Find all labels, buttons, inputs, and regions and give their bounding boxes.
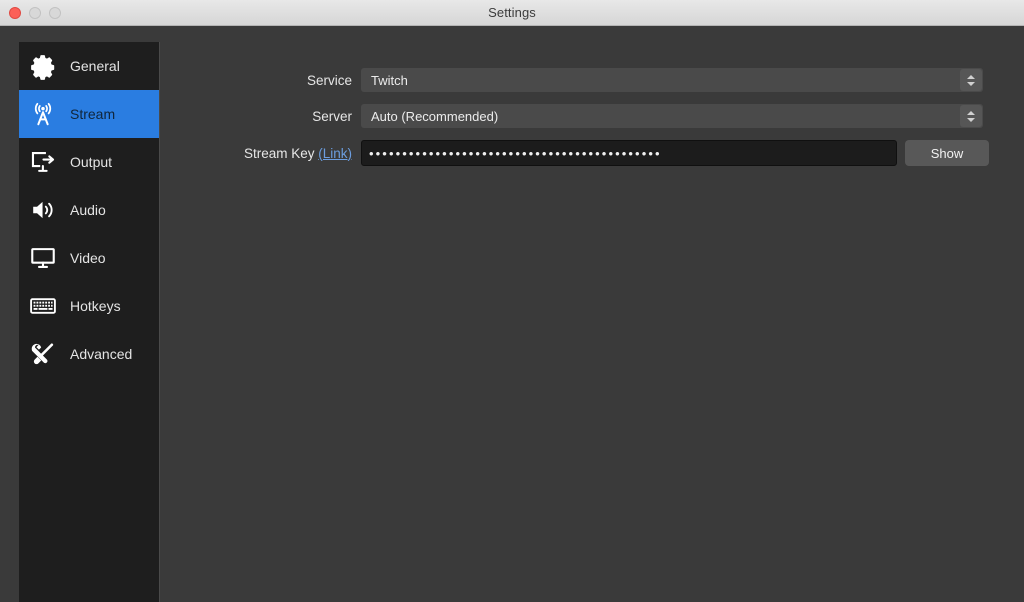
sidebar-item-label: Output: [70, 154, 113, 170]
service-row: Service Twitch: [160, 68, 1024, 92]
sidebar-item-label: Stream: [70, 106, 116, 122]
sidebar-item-label: Hotkeys: [70, 298, 121, 314]
sidebar-item-label: Advanced: [70, 346, 133, 362]
sidebar-item-video[interactable]: Video: [19, 234, 159, 282]
service-stepper[interactable]: [960, 69, 982, 91]
chevron-down-icon: [967, 81, 975, 86]
gear-icon: [28, 51, 58, 81]
sidebar-item-label: General: [70, 58, 120, 74]
sidebar-item-output[interactable]: Output: [19, 138, 159, 186]
sidebar-item-label: Video: [70, 250, 106, 266]
broadcast-icon: [28, 99, 58, 129]
sidebar-item-advanced[interactable]: Advanced: [19, 330, 159, 378]
server-label: Server: [312, 108, 352, 124]
stream-key-label-text: Stream Key: [243, 145, 315, 161]
show-stream-key-button[interactable]: Show: [905, 140, 989, 166]
service-value: Twitch: [371, 72, 408, 88]
sidebar-item-general[interactable]: General: [19, 42, 159, 90]
settings-window: General Stream Output Audio Video Hotkey…: [0, 26, 1024, 602]
output-icon: [28, 147, 58, 177]
monitor-icon: [28, 243, 58, 273]
stream-key-link[interactable]: (Link): [318, 146, 352, 161]
stream-key-value: ••••••••••••••••••••••••••••••••••••••••…: [369, 145, 662, 161]
server-stepper[interactable]: [960, 105, 982, 127]
sidebar-item-stream[interactable]: Stream: [19, 90, 159, 138]
chevron-up-icon: [967, 110, 975, 115]
speaker-icon: [28, 195, 58, 225]
sidebar-item-audio[interactable]: Audio: [19, 186, 159, 234]
server-dropdown[interactable]: Auto (Recommended): [361, 104, 983, 128]
stream-key-label: Stream Key (Link): [160, 146, 361, 161]
sidebar-container: General Stream Output Audio Video Hotkey…: [0, 26, 160, 602]
server-value: Auto (Recommended): [371, 108, 499, 124]
chevron-down-icon: [967, 117, 975, 122]
stream-settings-pane: Service Twitch Server Auto (Recommended): [160, 26, 1024, 602]
chevron-up-icon: [967, 74, 975, 79]
service-label: Service: [306, 72, 352, 88]
tools-icon: [28, 339, 58, 369]
settings-sidebar: General Stream Output Audio Video Hotkey…: [19, 42, 160, 602]
window-titlebar: Settings: [0, 0, 1024, 26]
keyboard-icon: [28, 291, 58, 321]
sidebar-item-label: Audio: [70, 202, 106, 218]
window-title: Settings: [488, 5, 536, 20]
server-row: Server Auto (Recommended): [160, 104, 1024, 128]
sidebar-item-hotkeys[interactable]: Hotkeys: [19, 282, 159, 330]
stream-key-input[interactable]: ••••••••••••••••••••••••••••••••••••••••…: [361, 140, 897, 166]
stream-key-row: Stream Key (Link) ••••••••••••••••••••••…: [160, 140, 1024, 166]
service-dropdown[interactable]: Twitch: [361, 68, 983, 92]
